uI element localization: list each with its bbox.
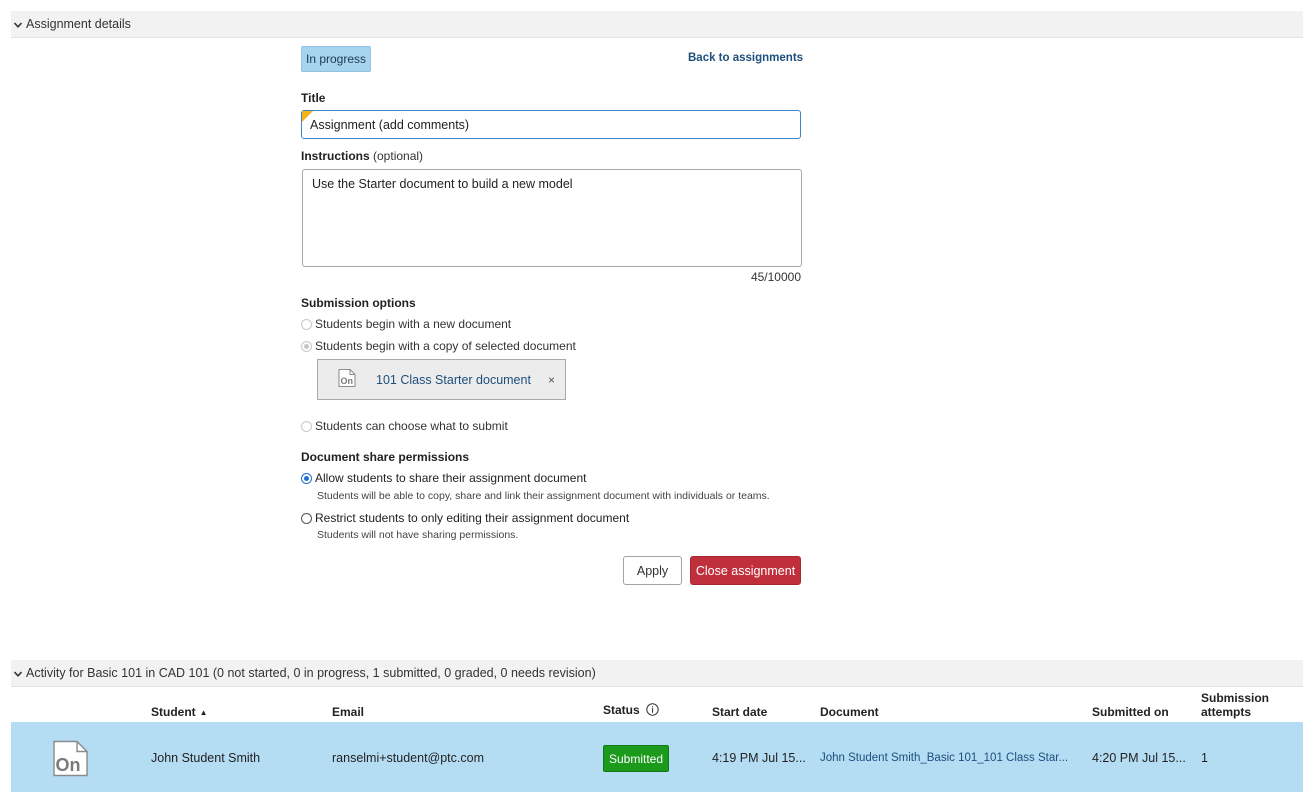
back-to-assignments-link[interactable]: Back to assignments — [688, 52, 803, 64]
submission-attempts: 1 — [1201, 751, 1208, 765]
radio-copy-document[interactable]: Students begin with a copy of selected d… — [301, 339, 576, 353]
instructions-textarea[interactable]: Use the Starter document to build a new … — [302, 169, 802, 267]
radio-button[interactable] — [301, 318, 312, 330]
title-label: Title — [301, 91, 326, 105]
radio-button[interactable] — [301, 420, 312, 432]
radio-allow-sharing[interactable]: Allow students to share their assignment… — [301, 471, 586, 485]
optional-label: (optional) — [373, 149, 424, 163]
radio-new-document[interactable]: Students begin with a new document — [301, 317, 511, 331]
radio-button[interactable] — [301, 512, 312, 524]
activity-table-header: Student ▲ Email Status Start date Documen… — [11, 688, 1303, 722]
chevron-down-icon — [13, 20, 23, 30]
selected-document-chip: On 101 Class Starter document × — [317, 359, 566, 400]
activity-title: Activity for Basic 101 in CAD 101 (0 not… — [26, 666, 596, 680]
instructions-label: Instructions (optional) — [301, 149, 424, 163]
column-header-student[interactable]: Student ▲ — [151, 705, 208, 719]
student-email: ranselmi+student@ptc.com — [332, 751, 484, 765]
assignment-details-header[interactable]: Assignment details — [11, 11, 1303, 38]
status-badge-submitted: Submitted — [603, 745, 670, 772]
sort-ascending-icon: ▲ — [199, 708, 208, 717]
allow-sharing-hint: Students will be able to copy, share and… — [317, 490, 770, 502]
info-icon[interactable] — [646, 703, 659, 719]
apply-button[interactable]: Apply — [623, 556, 682, 585]
close-icon[interactable]: × — [548, 373, 555, 387]
title-input[interactable] — [301, 110, 801, 139]
column-header-submitted-on[interactable]: Submitted on — [1092, 705, 1169, 719]
selected-document-link[interactable]: 101 Class Starter document — [376, 373, 531, 387]
onshape-document-icon: On — [52, 740, 89, 780]
column-header-start-date[interactable]: Start date — [712, 705, 767, 719]
onshape-document-icon: On — [337, 368, 357, 391]
restrict-sharing-hint: Students will not have sharing permissio… — [317, 529, 519, 541]
submitted-on: 4:20 PM Jul 15... — [1092, 751, 1186, 765]
student-name: John Student Smith — [151, 751, 261, 765]
activity-header[interactable]: Activity for Basic 101 in CAD 101 (0 not… — [11, 660, 1303, 687]
character-count: 45/10000 — [750, 270, 801, 284]
share-permissions-label: Document share permissions — [301, 450, 470, 464]
close-assignment-button[interactable]: Close assignment — [690, 556, 801, 585]
column-header-submission-attempts[interactable]: Submission attempts — [1201, 691, 1269, 719]
table-row[interactable]: On John Student Smith ranselmi+student@p… — [11, 722, 1303, 792]
start-date: 4:19 PM Jul 15... — [712, 751, 806, 765]
column-header-document[interactable]: Document — [820, 705, 879, 719]
radio-restrict-sharing[interactable]: Restrict students to only editing their … — [301, 511, 629, 525]
radio-choose-submit[interactable]: Students can choose what to submit — [301, 419, 508, 433]
assignment-details-title: Assignment details — [26, 17, 131, 31]
column-header-email[interactable]: Email — [332, 705, 364, 719]
document-link[interactable]: John Student Smith_Basic 101_101 Class S… — [820, 752, 1082, 764]
column-header-status[interactable]: Status — [603, 703, 659, 719]
radio-button[interactable] — [301, 472, 312, 484]
svg-text:On: On — [341, 376, 354, 386]
radio-button[interactable] — [301, 340, 312, 352]
svg-text:On: On — [56, 755, 81, 775]
chevron-down-icon — [13, 669, 23, 679]
submission-options-label: Submission options — [301, 296, 416, 310]
status-badge: In progress — [301, 46, 372, 72]
